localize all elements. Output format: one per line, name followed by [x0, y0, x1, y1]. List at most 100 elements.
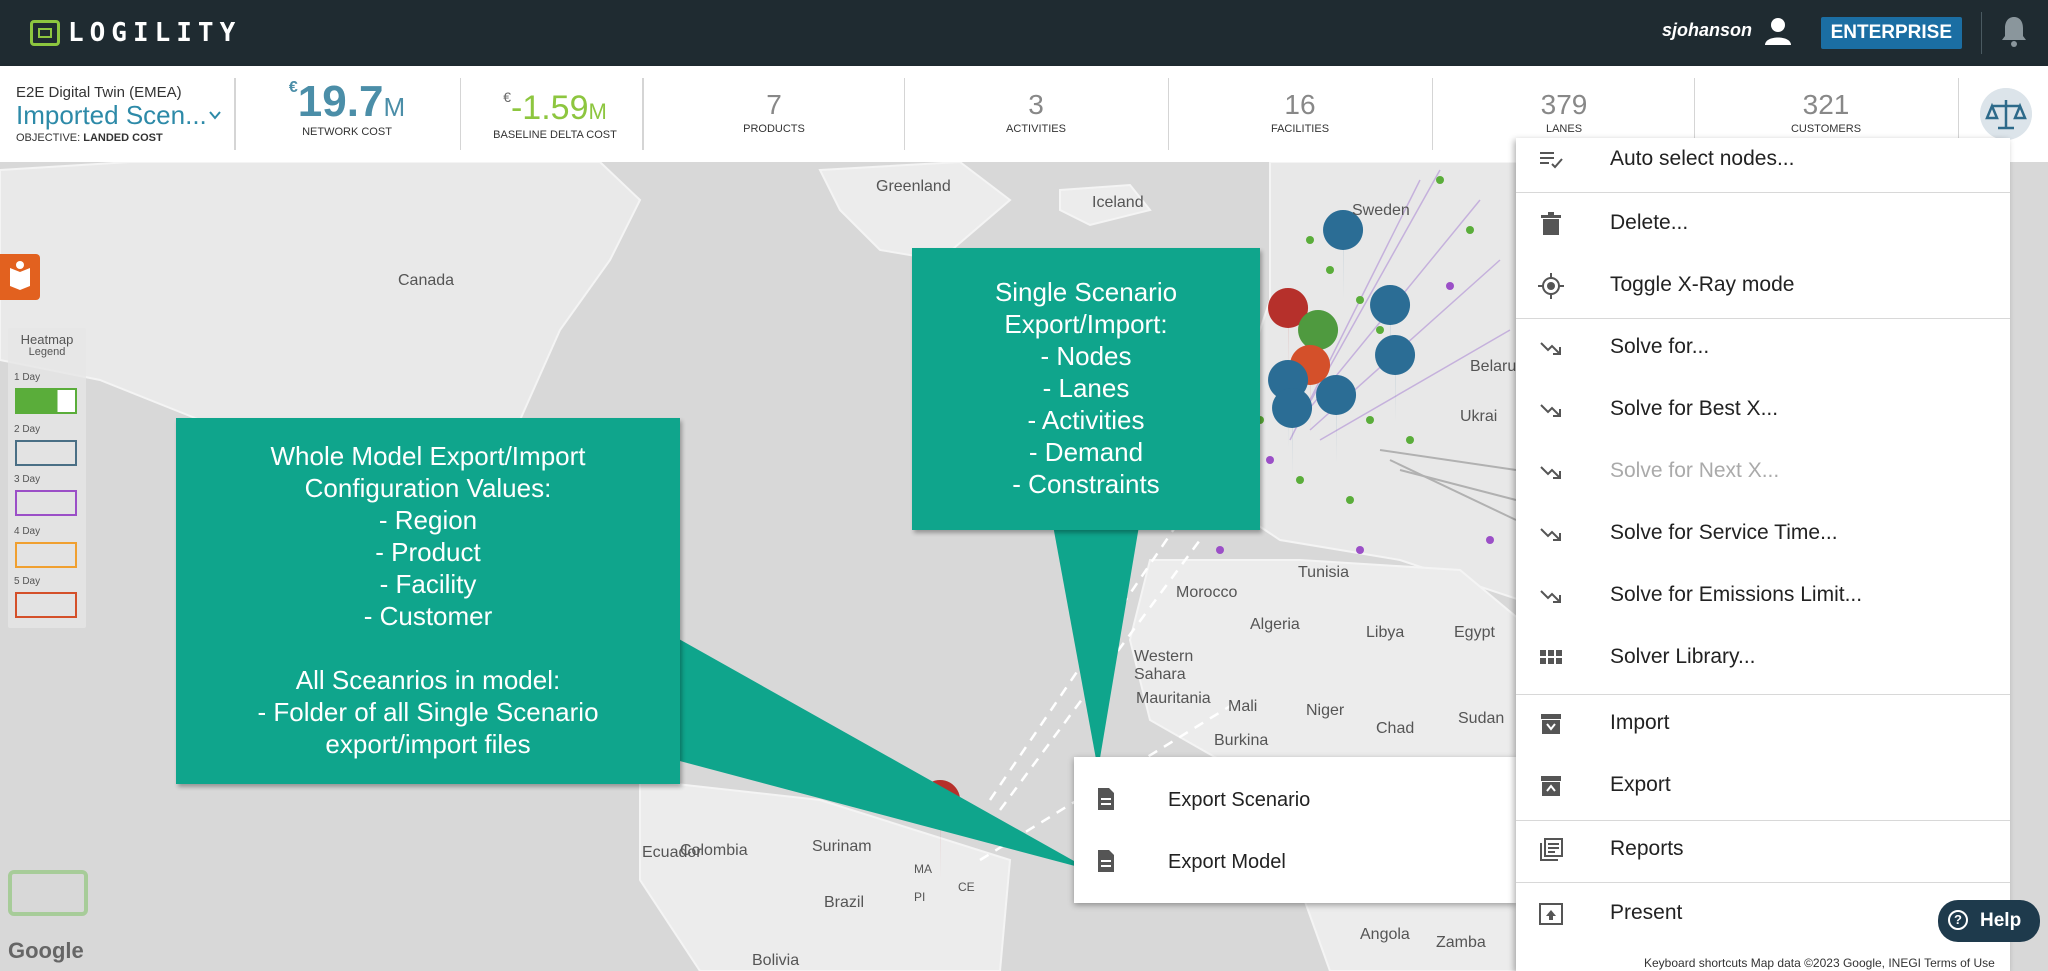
kpi-lanes[interactable]: 379 LANES — [1494, 89, 1634, 135]
map-label: Ukrai — [1460, 408, 1498, 425]
map-label: Egypt — [1454, 624, 1495, 641]
callout-line: export/import files — [325, 729, 531, 759]
export-model-label: Export Model — [1168, 851, 1286, 873]
kpi-network-cost[interactable]: €19.7M NETWORK COST — [282, 77, 412, 139]
help-label: Help — [1980, 910, 2022, 931]
legend-swatch — [15, 592, 77, 618]
kpi-label: NETWORK COST — [302, 126, 392, 138]
present-icon — [1539, 903, 1563, 925]
callout-line: Whole Model Export/Import — [270, 441, 586, 471]
kpi-products[interactable]: 7 PRODUCTS — [704, 89, 844, 135]
legend-label: 5 Day — [14, 576, 41, 587]
map-label: Niger — [1306, 702, 1345, 719]
kpi-customers[interactable]: 321 CUSTOMERS — [1756, 89, 1896, 135]
menu-item-solver-library[interactable]: Solver Library... — [1516, 628, 2010, 688]
chevron-down-icon[interactable] — [208, 108, 222, 122]
playlist-check-icon — [1540, 152, 1563, 169]
menu-item-solve-service-time[interactable]: Solve for Service Time... — [1516, 504, 2010, 564]
menu-item-reports[interactable]: Reports — [1516, 820, 2010, 880]
callout-spacer — [176, 632, 680, 664]
bell-icon[interactable] — [2000, 14, 2028, 48]
menu-item-solve-best-x[interactable]: Solve for Best X... — [1516, 380, 2010, 440]
enterprise-badge[interactable]: ENTERPRISE — [1820, 17, 1962, 49]
header-divider — [1981, 12, 1982, 54]
map-label: Ecuador — [642, 844, 702, 861]
logo-mark-icon — [30, 20, 60, 46]
menu-item-label: Solve for... — [1610, 335, 1710, 358]
help-icon: ? — [1948, 910, 1968, 930]
map-label: Western Sahara — [1134, 648, 1194, 683]
kpi-value: 7 — [766, 89, 782, 120]
user-icon[interactable] — [1764, 16, 1792, 46]
trend-arrow-icon — [1540, 404, 1561, 417]
kpi-baseline-delta[interactable]: €-1.59M BASELINE DELTA COST — [490, 89, 620, 141]
document-icon — [1098, 788, 1114, 810]
legend-swatch — [15, 388, 77, 414]
menu-item-label: Export — [1610, 773, 1671, 796]
logility-logo[interactable]: LOGILITY — [30, 17, 241, 49]
callout-line: Export/Import: — [1004, 309, 1168, 339]
context-menu: Auto select nodes... Delete... Toggle X-… — [1516, 138, 2010, 971]
export-scenario-item[interactable]: Export Scenario — [1074, 769, 1516, 829]
menu-item-delete[interactable]: Delete... — [1516, 194, 2010, 254]
kpi-facilities[interactable]: 16 FACILITIES — [1230, 89, 1370, 135]
map-label: Mauritania — [1136, 690, 1211, 707]
legend-label: 1 Day — [14, 372, 41, 383]
legend-swatch — [15, 440, 77, 466]
menu-item-present[interactable]: Present — [1516, 884, 2010, 944]
menu-item-label: Import — [1610, 711, 1670, 734]
callout-line: - Lanes — [1042, 373, 1130, 403]
callout-line: - Nodes — [1040, 341, 1132, 371]
callout-line: - Constraints — [1012, 469, 1160, 499]
trash-icon — [1541, 212, 1561, 235]
map-label: Sweden — [1352, 202, 1410, 219]
username[interactable]: sjohanson — [1662, 20, 1752, 41]
trend-arrow-icon — [1540, 466, 1561, 479]
callout-line: Configuration Values: — [304, 473, 552, 503]
menu-item-label: Solve for Service Time... — [1610, 521, 1838, 544]
callout-single-scenario: Single Scenario Export/Import: - Nodes -… — [912, 248, 1260, 530]
kpi-unit: M — [588, 99, 607, 124]
help-button[interactable]: ? Help — [1938, 900, 2040, 942]
map-label: MA — [914, 862, 932, 876]
export-model-item[interactable]: Export Model — [1074, 831, 1516, 891]
archive-up-icon — [1541, 776, 1561, 796]
menu-item-toggle-xray[interactable]: Toggle X-Ray mode — [1516, 256, 2010, 316]
menu-item-solve-emissions[interactable]: Solve for Emissions Limit... — [1516, 566, 2010, 626]
library-icon — [1540, 838, 1563, 861]
menu-item-label: Solve for Emissions Limit... — [1610, 583, 1863, 606]
target-icon — [1538, 273, 1564, 299]
map-attribution: Keyboard shortcuts Map data ©2023 Google… — [1640, 955, 1999, 971]
trend-arrow-icon — [1540, 528, 1561, 541]
callout-line: - Facility — [379, 569, 477, 599]
kpi-divider — [234, 78, 236, 150]
menu-item-label: Toggle X-Ray mode — [1610, 273, 1795, 296]
map-label: Chad — [1376, 720, 1415, 737]
legend-swatch — [15, 542, 77, 568]
book-icon[interactable] — [0, 254, 40, 300]
kpi-divider — [1168, 78, 1169, 150]
trend-arrow-icon — [1540, 342, 1561, 355]
menu-item-solve-for[interactable]: Solve for... — [1516, 318, 2010, 378]
menu-item-auto-select-nodes[interactable]: Auto select nodes... — [1516, 130, 2010, 190]
menu-divider — [1516, 882, 2010, 883]
menu-item-label: Solver Library... — [1610, 645, 1756, 668]
currency-symbol: € — [288, 79, 298, 96]
menu-item-export[interactable]: Export — [1516, 756, 2010, 816]
menu-item-solve-next-x: Solve for Next X... — [1516, 442, 2010, 502]
kpi-value: 19.7 — [297, 77, 384, 126]
scenario-name[interactable]: Imported Scen... — [16, 100, 207, 131]
legend-swatch — [15, 490, 77, 516]
kpi-value: -1.59 — [510, 89, 589, 127]
kpi-divider — [1432, 78, 1433, 150]
scenario-objective: OBJECTIVE: LANDED COST — [16, 132, 163, 144]
map-label: CE — [958, 880, 975, 894]
scenario-subtitle: E2E Digital Twin (EMEA) — [16, 84, 182, 101]
top-bar: LOGILITY sjohanson ENTERPRISE — [0, 0, 2048, 66]
export-scenario-label: Export Scenario — [1168, 789, 1311, 811]
export-submenu: Export Scenario Export Model — [1074, 757, 1516, 903]
kpi-activities[interactable]: 3 ACTIVITIES — [966, 89, 1106, 135]
menu-item-import[interactable]: Import — [1516, 694, 2010, 754]
map-label: Canada — [398, 272, 455, 289]
map-label: Zamba — [1436, 934, 1486, 951]
